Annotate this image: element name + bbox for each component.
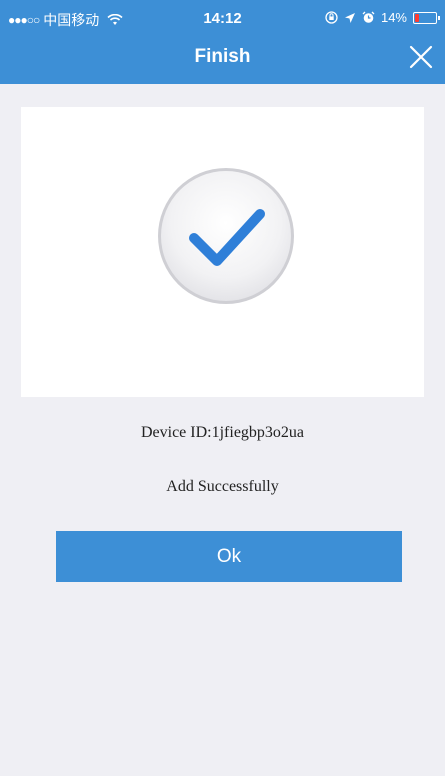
status-bar: ●●●○○ 中国移动 14:12 14% [0,0,445,36]
close-icon[interactable] [407,43,435,71]
device-id-text: Device ID:1jfiegbp3o2ua [140,424,305,441]
battery-level [415,13,419,22]
location-icon [344,12,355,23]
top-bar: ●●●○○ 中国移动 14:12 14% Finish [0,0,445,84]
alarm-icon [362,11,375,23]
ok-button[interactable]: Ok [56,531,402,582]
success-message: Add Successfully [166,478,279,495]
lock-rotation-icon [325,11,338,24]
checkmark-icon [158,168,294,304]
finish-screen: ●●●○○ 中国移动 14:12 14% Finish Device ID:1j… [0,0,445,776]
page-title: Finish [194,46,251,67]
result-card [21,107,424,397]
status-right: 14% [325,10,440,25]
battery-percent: 14% [380,10,407,25]
battery-icon [413,11,440,24]
battery-tip [438,15,440,20]
